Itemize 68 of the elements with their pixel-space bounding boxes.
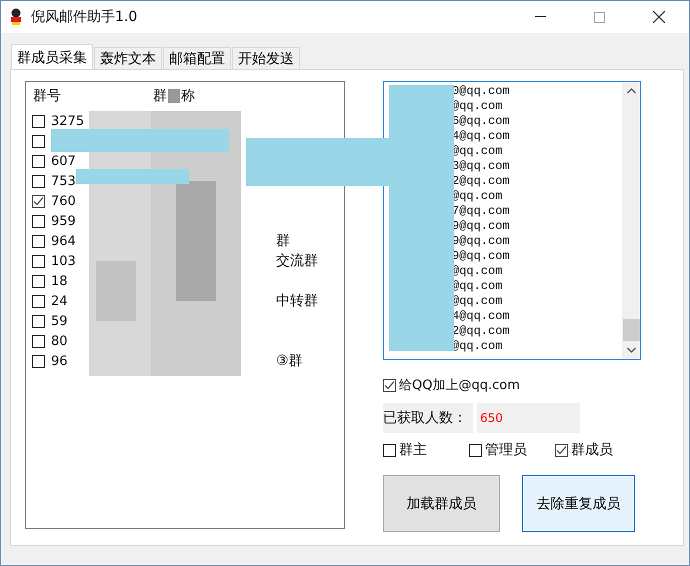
checkbox[interactable] bbox=[383, 378, 396, 392]
scroll-thumb[interactable] bbox=[622, 319, 640, 341]
email-line: 0@qq.com bbox=[452, 84, 511, 99]
email-line: 7@qq.com bbox=[452, 204, 511, 219]
group-number: 80 bbox=[51, 334, 68, 348]
checkbox[interactable] bbox=[32, 134, 45, 148]
group-number: 753 bbox=[51, 174, 76, 188]
checkbox[interactable] bbox=[32, 234, 45, 248]
group-number: 607 bbox=[51, 154, 76, 168]
action-button[interactable]: 去除重复成员 bbox=[522, 475, 635, 532]
minimize-icon[interactable] bbox=[535, 16, 546, 18]
checkbox[interactable] bbox=[32, 274, 45, 288]
email-line: 9@qq.com bbox=[452, 249, 511, 264]
email-line: 2@qq.com bbox=[452, 324, 511, 339]
scroll-up-icon[interactable] bbox=[626, 88, 636, 94]
checkbox[interactable] bbox=[32, 334, 45, 348]
count-value: 650 bbox=[477, 403, 580, 433]
checkbox[interactable] bbox=[32, 194, 45, 208]
group-name: ③群 bbox=[276, 352, 303, 370]
group-number: 760 bbox=[51, 194, 76, 208]
close-icon[interactable] bbox=[653, 11, 665, 23]
app-icon bbox=[9, 8, 23, 26]
email-line: 9@qq.com bbox=[452, 219, 511, 234]
group-number: 959 bbox=[51, 214, 76, 228]
group-number: 96 bbox=[51, 354, 68, 368]
checkbox[interactable] bbox=[32, 254, 45, 268]
email-line: 3@qq.com bbox=[452, 159, 511, 174]
checkbox[interactable] bbox=[32, 154, 45, 168]
tab[interactable]: 轰炸文本 bbox=[94, 47, 162, 69]
checkbox-label: 群主 bbox=[399, 441, 427, 459]
count-label: 已获取人数： bbox=[383, 403, 473, 433]
checkbox[interactable] bbox=[383, 444, 396, 456]
checkbox[interactable] bbox=[555, 444, 568, 456]
scroll-down-icon[interactable] bbox=[626, 347, 636, 353]
email-line: 9@qq.com bbox=[452, 234, 511, 249]
checkbox[interactable] bbox=[32, 114, 45, 128]
column-header: 群号 bbox=[32, 87, 62, 105]
checkbox[interactable] bbox=[32, 354, 45, 368]
email-line: 4@qq.com bbox=[452, 309, 511, 324]
email-line: 6@qq.com bbox=[452, 114, 511, 129]
column-header: 称 bbox=[181, 87, 195, 105]
email-line: 2@qq.com bbox=[452, 174, 511, 189]
checkbox[interactable] bbox=[469, 444, 482, 456]
tab[interactable]: 邮箱配置 bbox=[163, 47, 231, 69]
group-number: 18 bbox=[51, 274, 68, 288]
email-line: 4@qq.com bbox=[452, 129, 511, 144]
checkbox[interactable] bbox=[32, 294, 45, 308]
group-name: 群 bbox=[276, 232, 290, 250]
action-button[interactable]: 加载群成员 bbox=[383, 475, 500, 532]
group-number: 24 bbox=[51, 294, 68, 308]
checkbox-label: 给QQ加上@qq.com bbox=[399, 377, 520, 394]
checkbox-label: 管理员 bbox=[485, 441, 527, 459]
group-number: 59 bbox=[51, 314, 68, 328]
checkbox-label: 群成员 bbox=[571, 441, 613, 459]
checkbox[interactable] bbox=[32, 174, 45, 188]
group-name: 交流群 bbox=[276, 252, 318, 270]
tab[interactable]: 群成员采集 bbox=[11, 44, 93, 69]
checkbox[interactable] bbox=[32, 314, 45, 328]
tab[interactable]: 开始发送 bbox=[232, 47, 300, 69]
scrollbar[interactable] bbox=[622, 82, 640, 359]
redaction-block bbox=[168, 89, 180, 103]
group-name: 中转群 bbox=[276, 292, 318, 310]
window-title: 倪风邮件助手1.0 bbox=[31, 8, 138, 26]
checkbox[interactable] bbox=[32, 214, 45, 228]
group-number: 103 bbox=[51, 254, 76, 268]
group-number: 964 bbox=[51, 234, 76, 248]
group-number: 3275 bbox=[51, 114, 84, 128]
column-header: 群 bbox=[153, 87, 167, 105]
